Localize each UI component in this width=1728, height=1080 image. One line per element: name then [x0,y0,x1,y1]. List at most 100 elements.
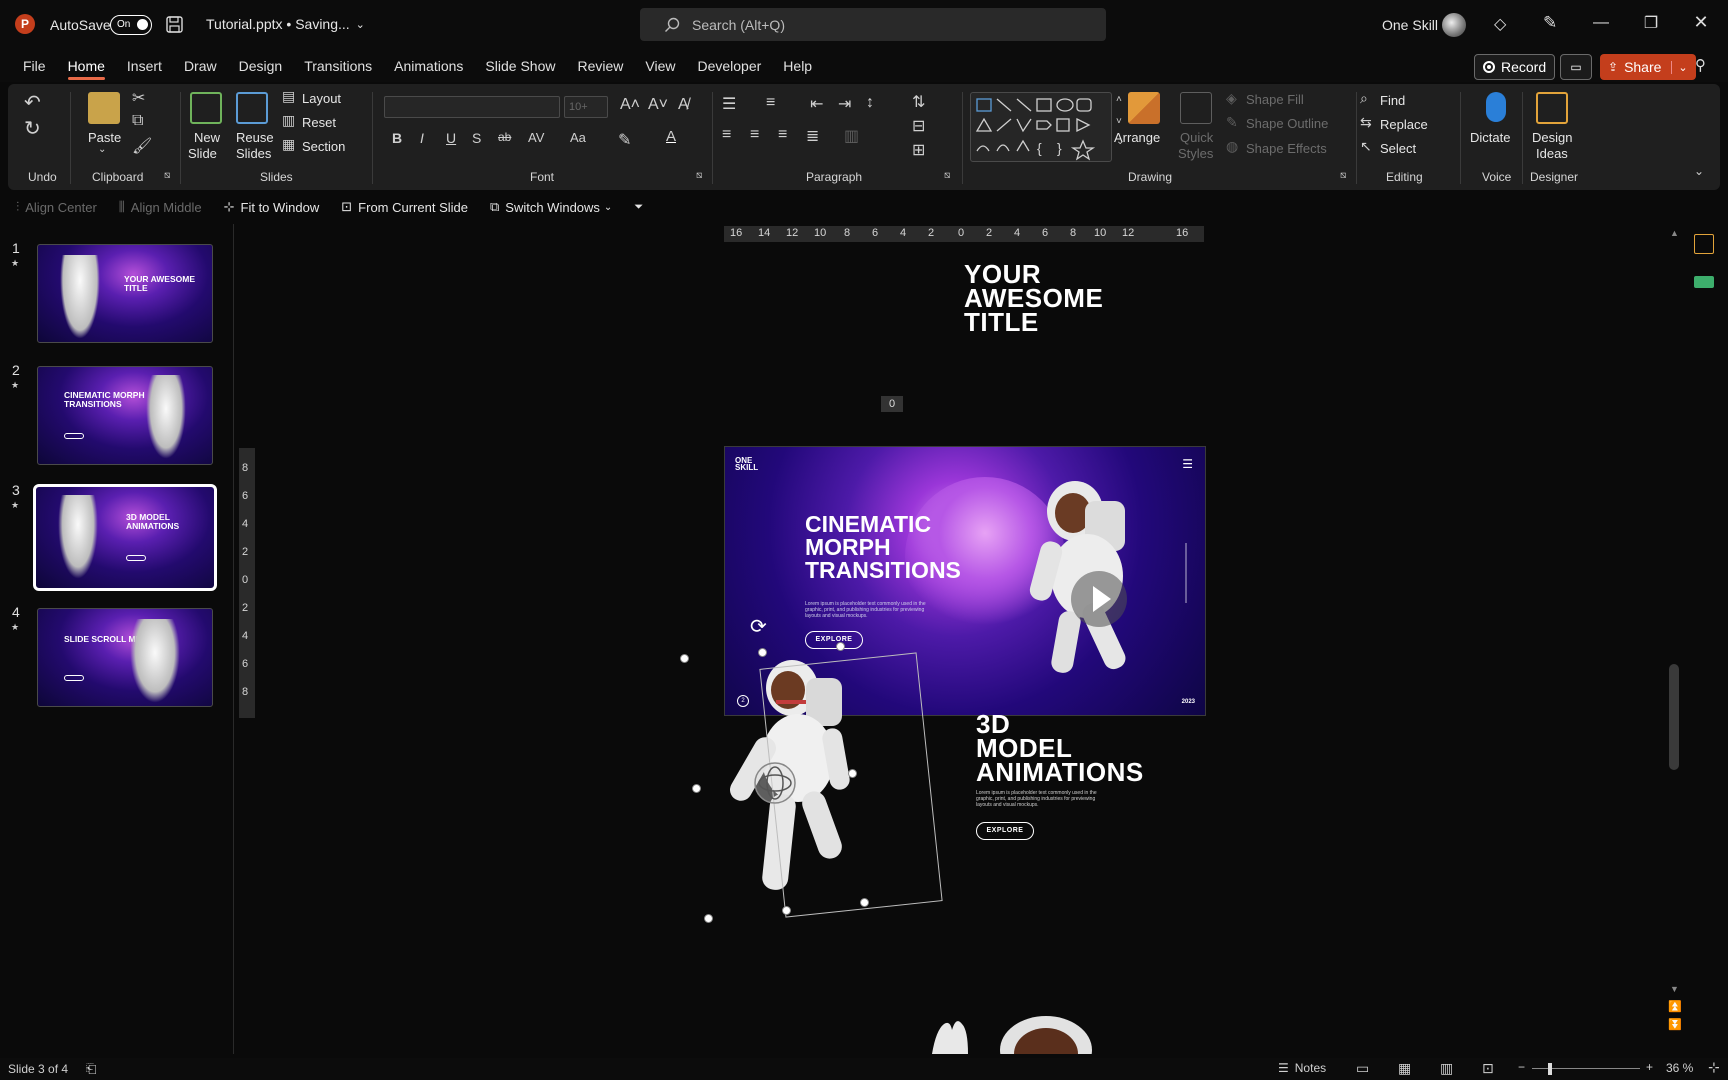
fit-slide-icon[interactable]: ⊹ [1708,1059,1720,1076]
reuse-slides-icon[interactable] [236,92,268,124]
title-your-awesome-title[interactable]: YOUR AWESOME TITLE [964,261,1103,335]
undo-icon[interactable]: ↶ [24,90,41,115]
select-icon[interactable]: ↖ [1360,138,1372,155]
fit-to-window-button[interactable]: ⊹ Fit to Window [224,199,320,215]
3d-rotate-icon[interactable] [752,760,798,806]
customize-qat-icon[interactable]: ⏷ [634,201,643,214]
tab-design[interactable]: Design [228,50,294,82]
reset-button[interactable]: Reset [302,115,336,130]
microphone-icon[interactable] [1486,92,1506,122]
rotate-handle-icon[interactable]: ⟳ [750,614,767,639]
spacing-icon[interactable]: AV [528,130,544,145]
dictate-button[interactable]: Dictate [1470,130,1510,145]
slide-thumbnail-2[interactable]: CINEMATIC MORPH TRANSITIONS [37,366,213,465]
user-avatar[interactable] [1442,13,1466,37]
reuse-slides-label-2[interactable]: Slides [236,146,271,161]
redo-icon[interactable]: ↻ [24,116,41,141]
format-painter-icon[interactable]: 🖌 [132,136,152,156]
tab-transitions[interactable]: Transitions [293,50,383,82]
record-button[interactable]: Record [1474,54,1556,80]
text-direction-icon[interactable]: ⇅ [912,92,925,112]
paste-label[interactable]: Paste [88,130,121,145]
resize-handle[interactable] [692,784,701,793]
resize-handle[interactable] [680,654,689,663]
vertical-scrollbar[interactable]: ▲ ▼ [1666,224,1682,994]
paste-icon[interactable] [88,92,120,124]
zoom-slider-thumb[interactable] [1548,1063,1552,1075]
slideshow-view-icon[interactable]: ⊡ [1482,1060,1494,1077]
zoom-out-icon[interactable]: − [1518,1060,1525,1074]
restore-icon[interactable]: ❐ [1628,13,1674,33]
resize-handle[interactable] [782,906,791,915]
resize-handle[interactable] [848,769,857,778]
design-ideas-label-2[interactable]: Ideas [1536,146,1568,161]
search-box[interactable]: Search (Alt+Q) [640,8,1106,41]
resize-handle[interactable] [836,642,845,651]
tab-insert[interactable]: Insert [116,50,173,82]
font-name-dropdown[interactable] [384,96,560,118]
smartart-icon[interactable]: ⊞ [912,140,925,160]
dialog-launcher-icon[interactable]: ⧅ [696,170,702,181]
design-ideas-label[interactable]: Design [1532,130,1572,145]
bullets-icon[interactable]: ☰ [722,94,736,114]
previous-slide-icon[interactable]: ⏫ [1668,1000,1682,1013]
find-button[interactable]: Find [1380,93,1405,108]
zoom-level[interactable]: 36 % [1666,1061,1693,1075]
gallery-scroll-down-icon[interactable]: ˅ [1116,116,1122,127]
slide-thumbnail-3[interactable]: 3D MODEL ANIMATIONS [33,484,217,591]
minimize-icon[interactable]: — [1578,14,1624,32]
slide-sorter-icon[interactable]: ▦ [1398,1060,1411,1077]
animation-pane-icon[interactable] [1694,276,1714,288]
coauthor-icon[interactable]: ⚲ [1695,56,1706,74]
user-name[interactable]: One Skill [1382,17,1438,33]
columns-icon[interactable]: ▥ [844,126,859,146]
new-slide-label[interactable]: New [194,130,220,145]
chevron-down-icon[interactable]: ⌄ [98,144,106,155]
clear-formatting-icon[interactable]: A̸ [678,96,689,114]
underline-icon[interactable]: U [446,130,456,146]
bold-icon[interactable]: B [392,130,402,146]
shape-effects-icon[interactable]: ◍ [1226,138,1238,155]
slide-canvas[interactable]: 16 14 12 10 8 6 4 2 0 2 4 6 8 10 12 16 8… [236,224,1672,1054]
autosave-toggle[interactable]: On [110,15,152,35]
tab-slide-show[interactable]: Slide Show [474,50,566,82]
tab-draw[interactable]: Draw [173,50,228,82]
arrange-button[interactable]: Arrange [1114,130,1160,145]
reset-icon[interactable]: ▥ [282,112,295,129]
notes-button[interactable]: ☰ Notes [1278,1061,1326,1075]
strikethrough-icon[interactable]: ab [498,130,511,144]
increase-indent-icon[interactable]: ⇥ [838,94,851,114]
filename-dropdown[interactable]: Tutorial.pptx • Saving... ⌄ [206,16,365,32]
lorem-text[interactable]: Lorem ipsum is placeholder text commonly… [976,790,1106,808]
shrink-font-icon[interactable]: A˅ [648,96,668,114]
copy-icon[interactable]: ⧉ [132,112,143,130]
shadow-icon[interactable]: S [472,130,481,146]
save-icon[interactable] [166,16,184,34]
scrollbar-thumb[interactable] [1669,664,1679,770]
shape-outline-button[interactable]: Shape Outline [1246,116,1328,131]
shape-outline-icon[interactable]: ✎ [1226,114,1238,131]
designer-panel-icon[interactable] [1694,234,1714,254]
decrease-indent-icon[interactable]: ⇤ [810,94,823,114]
resize-handle[interactable] [704,914,713,923]
close-icon[interactable]: ✕ [1678,12,1724,33]
italic-icon[interactable]: I [420,130,424,146]
collapse-ribbon-icon[interactable]: ⌄ [1694,164,1704,178]
section-button[interactable]: Section [302,139,345,154]
layout-icon[interactable]: ▤ [282,88,295,105]
dialog-launcher-icon[interactable]: ⧅ [164,170,170,181]
explore-button[interactable]: EXPLORE [976,822,1034,840]
line-spacing-icon[interactable]: ↕ [866,94,874,112]
new-slide-label-2[interactable]: Slide [188,146,217,161]
reuse-slides-label[interactable]: Reuse [236,130,274,145]
normal-view-icon[interactable]: ▭ [1356,1060,1369,1077]
replace-icon[interactable]: ⇆ [1360,114,1372,131]
cut-icon[interactable]: ✂ [132,88,145,108]
new-slide-icon[interactable] [190,92,222,124]
resize-handle[interactable] [758,648,767,657]
quick-styles-label-2[interactable]: Styles [1178,146,1213,161]
from-current-slide-button[interactable]: ⊡ From Current Slide [341,199,468,215]
pen-icon[interactable]: ✎ [1543,13,1557,33]
dialog-launcher-icon[interactable]: ⧅ [1340,170,1346,181]
diamond-icon[interactable]: ◇ [1494,14,1506,34]
